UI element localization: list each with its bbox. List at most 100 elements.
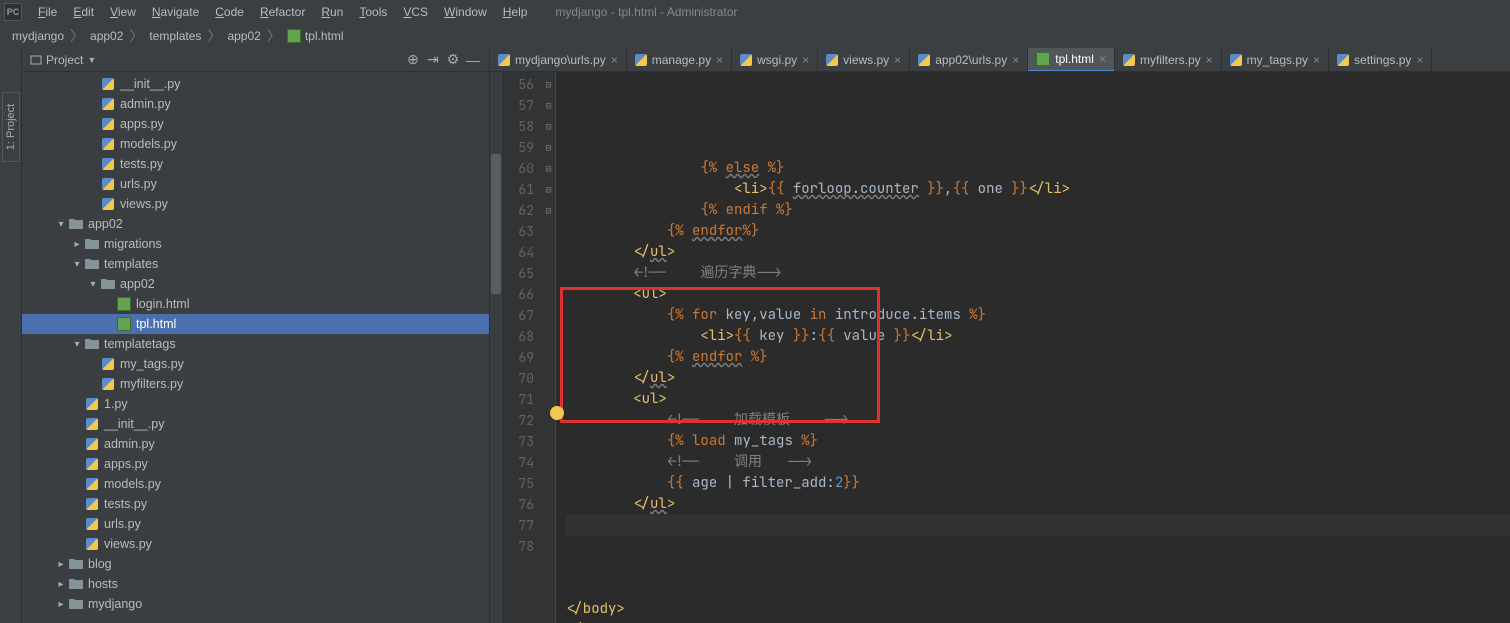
- code-line[interactable]: <ul>: [566, 284, 1510, 305]
- tab-mydjango-urls-py[interactable]: mydjango\urls.py×: [490, 48, 627, 71]
- fold-handle[interactable]: ⊟: [542, 116, 555, 137]
- tree-item-admin-py[interactable]: admin.py: [22, 434, 489, 454]
- tree-item-tpl-html[interactable]: tpl.html: [22, 314, 489, 334]
- fold-handle[interactable]: ⊟: [542, 95, 555, 116]
- chevron-right-icon[interactable]: ▸: [54, 599, 68, 610]
- editor-scrollbar[interactable]: [490, 72, 502, 623]
- tab-my_tags-py[interactable]: my_tags.py×: [1222, 48, 1329, 71]
- menu-navigate[interactable]: Navigate: [144, 0, 207, 24]
- code-line[interactable]: {% for key,value in introduce.items %}: [566, 305, 1510, 326]
- code-line[interactable]: <!-- 遍历字典-->: [566, 263, 1510, 284]
- code-line[interactable]: <li>{{ forloop.counter }},{{ one }}</li>: [566, 179, 1510, 200]
- code-line[interactable]: </ul>: [566, 368, 1510, 389]
- tree-item-apps-py[interactable]: apps.py: [22, 114, 489, 134]
- menu-code[interactable]: Code: [207, 0, 252, 24]
- tree-item-admin-py[interactable]: admin.py: [22, 94, 489, 114]
- tree-item-templatetags[interactable]: ▾templatetags: [22, 334, 489, 354]
- menu-view[interactable]: View: [102, 0, 144, 24]
- fold-handle[interactable]: ⊟: [542, 200, 555, 221]
- tree-item-mydjango[interactable]: ▸mydjango: [22, 594, 489, 614]
- close-icon[interactable]: ×: [611, 53, 618, 67]
- tree-item-__init__-py[interactable]: __init__.py: [22, 74, 489, 94]
- code-line[interactable]: [566, 536, 1510, 557]
- tab-tpl-html[interactable]: tpl.html×: [1028, 48, 1115, 72]
- hide-icon[interactable]: —: [465, 52, 481, 68]
- tree-item-tests-py[interactable]: tests.py: [22, 154, 489, 174]
- menu-tools[interactable]: Tools: [351, 0, 395, 24]
- code-line[interactable]: {% endif %}: [566, 200, 1510, 221]
- tree-item-views-py[interactable]: views.py: [22, 194, 489, 214]
- code-line[interactable]: <!-- 加载模板 -->: [566, 410, 1510, 431]
- crumb-1[interactable]: app02: [86, 29, 127, 43]
- menu-window[interactable]: Window: [436, 0, 495, 24]
- tree-item-tests-py[interactable]: tests.py: [22, 494, 489, 514]
- code-line[interactable]: [566, 557, 1510, 578]
- menu-edit[interactable]: Edit: [65, 0, 102, 24]
- close-icon[interactable]: ×: [802, 53, 809, 67]
- tab-wsgi-py[interactable]: wsgi.py×: [732, 48, 818, 71]
- tree-item-urls-py[interactable]: urls.py: [22, 174, 489, 194]
- crumb-2[interactable]: templates: [145, 29, 205, 43]
- tree-item-hosts[interactable]: ▸hosts: [22, 574, 489, 594]
- editor-body[interactable]: 5657585960616263646566676869707172737475…: [490, 72, 1510, 623]
- code-line[interactable]: {% else %}: [566, 158, 1510, 179]
- project-tool-tab[interactable]: 1: Project: [2, 92, 20, 162]
- tab-app02-urls-py[interactable]: app02\urls.py×: [910, 48, 1028, 71]
- code-line[interactable]: [566, 515, 1510, 536]
- menu-vcs[interactable]: VCS: [395, 0, 436, 24]
- tree-item-views-py[interactable]: views.py: [22, 534, 489, 554]
- fold-handle[interactable]: ⊟: [542, 179, 555, 200]
- close-icon[interactable]: ×: [716, 53, 723, 67]
- close-icon[interactable]: ×: [1206, 53, 1213, 67]
- close-icon[interactable]: ×: [1313, 53, 1320, 67]
- tree-item-myfilters-py[interactable]: myfilters.py: [22, 374, 489, 394]
- tree-item-models-py[interactable]: models.py: [22, 474, 489, 494]
- code-line[interactable]: {% endfor %}: [566, 347, 1510, 368]
- fold-handle[interactable]: ⊟: [542, 158, 555, 179]
- fold-handle[interactable]: ⊟: [542, 74, 555, 95]
- code-line[interactable]: </ul>: [566, 242, 1510, 263]
- menu-run[interactable]: Run: [313, 0, 351, 24]
- code-line[interactable]: </body>: [566, 599, 1510, 620]
- code-line[interactable]: <!-- 调用 -->: [566, 452, 1510, 473]
- chevron-down-icon[interactable]: ▾: [70, 339, 84, 350]
- tab-views-py[interactable]: views.py×: [818, 48, 910, 71]
- chevron-down-icon[interactable]: ▾: [70, 259, 84, 270]
- code-line[interactable]: <li>{{ key }}:{{ value }}</li>: [566, 326, 1510, 347]
- scrollbar-thumb[interactable]: [491, 154, 501, 294]
- close-icon[interactable]: ×: [1012, 53, 1019, 67]
- tree-item-migrations[interactable]: ▸migrations: [22, 234, 489, 254]
- crumb-0[interactable]: mydjango: [8, 29, 68, 43]
- project-tree[interactable]: __init__.pyadmin.pyapps.pymodels.pytests…: [22, 72, 489, 614]
- code-line[interactable]: {% endfor%}: [566, 221, 1510, 242]
- chevron-down-icon[interactable]: ▾: [54, 219, 68, 230]
- tree-item-app02[interactable]: ▾app02: [22, 214, 489, 234]
- chevron-right-icon[interactable]: ▸: [54, 579, 68, 590]
- fold-handle[interactable]: ⊟: [542, 137, 555, 158]
- tab-manage-py[interactable]: manage.py×: [627, 48, 732, 71]
- tree-item-urls-py[interactable]: urls.py: [22, 514, 489, 534]
- tab-myfilters-py[interactable]: myfilters.py×: [1115, 48, 1222, 71]
- tree-item-apps-py[interactable]: apps.py: [22, 454, 489, 474]
- code-line[interactable]: </ul>: [566, 494, 1510, 515]
- code-line[interactable]: <ul>: [566, 389, 1510, 410]
- tree-item-__init__-py[interactable]: __init__.py: [22, 414, 489, 434]
- chevron-right-icon[interactable]: ▸: [70, 239, 84, 250]
- locate-icon[interactable]: ⊕: [405, 52, 421, 68]
- code-area[interactable]: {% else %} <li>{{ forloop.counter }},{{ …: [556, 72, 1510, 623]
- code-line[interactable]: {% load my_tags %}: [566, 431, 1510, 452]
- intention-bulb-icon[interactable]: [550, 406, 564, 420]
- menu-help[interactable]: Help: [495, 0, 536, 24]
- tree-item-1-py[interactable]: 1.py: [22, 394, 489, 414]
- tree-item-login-html[interactable]: login.html: [22, 294, 489, 314]
- chevron-right-icon[interactable]: ▸: [54, 559, 68, 570]
- close-icon[interactable]: ×: [1099, 52, 1106, 66]
- menu-refactor[interactable]: Refactor: [252, 0, 313, 24]
- tree-item-models-py[interactable]: models.py: [22, 134, 489, 154]
- fold-gutter[interactable]: ⊟⊟⊟⊟⊟⊟⊟: [542, 72, 556, 623]
- tree-item-app02[interactable]: ▾app02: [22, 274, 489, 294]
- crumb-3[interactable]: app02: [223, 29, 264, 43]
- chevron-down-icon[interactable]: ▾: [86, 279, 100, 290]
- close-icon[interactable]: ×: [1416, 53, 1423, 67]
- collapse-icon[interactable]: ⇥: [425, 52, 441, 68]
